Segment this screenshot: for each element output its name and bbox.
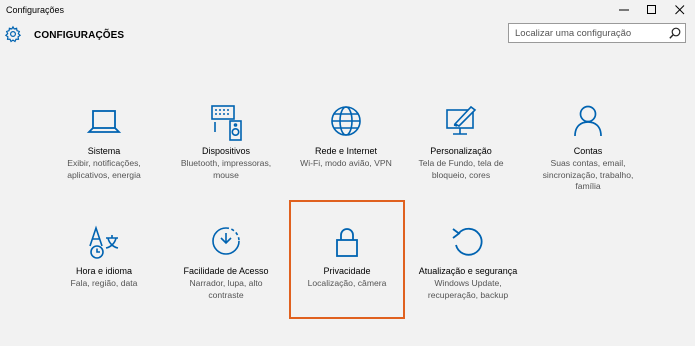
window-title: Configurações [6, 5, 65, 15]
tile-dispositivos[interactable]: Dispositivos Bluetooth, impressoras, mous… [170, 104, 282, 184]
tile-description: Exibir, notificações, aplicativos, energi… [67, 158, 141, 180]
search-box[interactable] [508, 23, 686, 43]
search-input[interactable] [515, 26, 665, 40]
highlight-frame [289, 200, 405, 319]
globe-icon [331, 106, 361, 136]
tile-name: Contas [573, 146, 603, 156]
title-bar: Configurações [0, 0, 695, 20]
person-icon [574, 105, 602, 137]
gear-icon [4, 25, 22, 43]
tile-hora-idioma[interactable]: Hora e idioma Fala, região, data [48, 224, 160, 294]
close-button[interactable] [666, 0, 694, 20]
tile-description: Fala, região, data [70, 278, 138, 288]
ease-of-access-icon [212, 227, 240, 255]
time-language-icon [89, 225, 119, 259]
minimize-button[interactable] [610, 0, 638, 20]
tile-name: Dispositivos [201, 146, 250, 156]
tile-personalizacao[interactable]: Personalização Tela de Fundo, tela de blo… [405, 104, 517, 184]
search-icon[interactable] [669, 27, 681, 39]
close-icon [675, 5, 685, 15]
tile-sistema[interactable]: Sistema Exibir, notificações, aplicativos… [48, 104, 160, 184]
page-title: CONFIGURAÇÕES [34, 30, 125, 41]
maximize-icon [647, 5, 656, 14]
personalization-icon [446, 105, 477, 135]
update-icon [452, 227, 483, 256]
tile-name: Hora e idioma [75, 266, 133, 276]
tile-name: Personalização [430, 146, 492, 156]
devices-icon [211, 105, 242, 141]
tile-rede-internet[interactable]: Rede e Internet Wi-Fi, modo avião, VPN [290, 104, 402, 184]
tile-description: Suas contas, email, sincronização, trabal… [542, 158, 634, 191]
tile-name: Atualização e segurança [418, 266, 518, 276]
minimize-icon [619, 9, 629, 11]
tile-name: Sistema [87, 146, 121, 156]
tile-name: Facilidade de Acesso [183, 266, 269, 276]
tile-facilidade-acesso[interactable]: Facilidade de Acesso Narrador, lupa, alt… [170, 224, 282, 304]
tile-contas[interactable]: Contas Suas contas, email, sincronização,… [532, 104, 644, 194]
tile-name: Rede e Internet [314, 146, 378, 156]
tile-atualizacao-seguranca[interactable]: Atualização e segurança Windows Update, r… [412, 224, 524, 304]
tile-description: Narrador, lupa, alto contraste [189, 278, 263, 300]
maximize-button[interactable] [638, 0, 666, 20]
tile-description: Tela de Fundo, tela de bloqueio, cores [418, 158, 504, 180]
tile-description: Wi-Fi, modo avião, VPN [300, 158, 392, 168]
laptop-icon [86, 110, 122, 133]
tile-description: Windows Update, recuperação, backup [427, 278, 509, 300]
tile-description: Bluetooth, impressoras, mouse [180, 158, 272, 180]
